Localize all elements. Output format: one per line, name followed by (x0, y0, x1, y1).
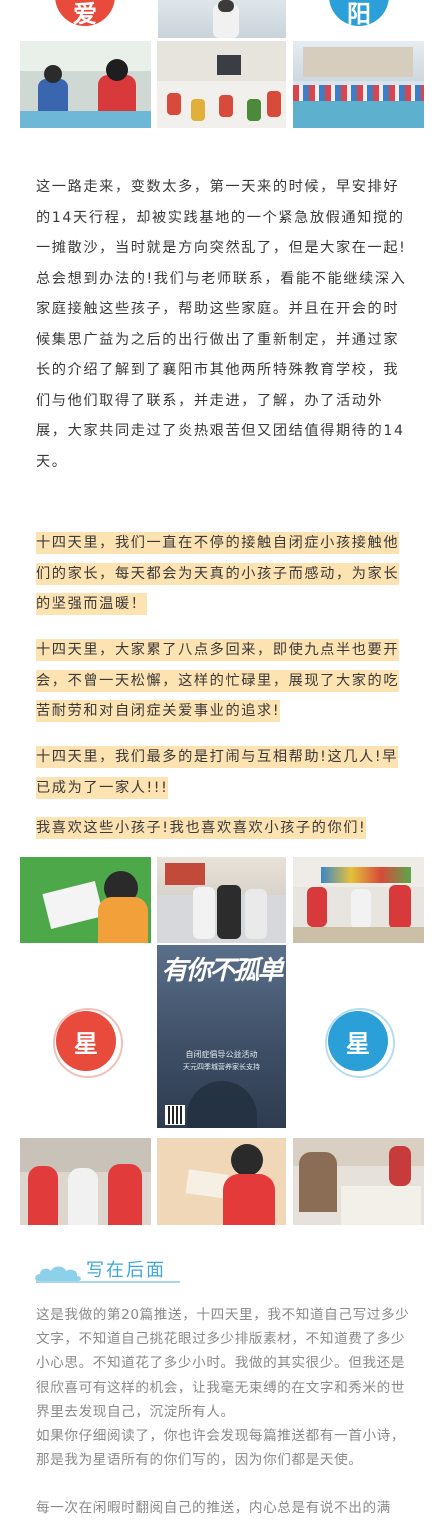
photo-volunteer-crafts (157, 1138, 286, 1225)
badge-char: 爱 (73, 0, 97, 28)
badge-char: 星 (74, 1029, 98, 1058)
badge-mid-left: 星 (56, 1011, 116, 1071)
after-paragraph-2: 如果你仔细阅读了，你也许会发现每篇推送都有一首小诗，那是我为星语所有的你们写的，… (36, 1428, 406, 1469)
photo-outdoor-group (293, 41, 424, 128)
cloud-icon (34, 1263, 84, 1283)
poster-silhouette (187, 1081, 257, 1128)
photo-kids-lined-up (157, 41, 286, 128)
photo-parents-children (20, 1138, 151, 1225)
badge-top-right: 阳 (329, 0, 389, 28)
event-poster: 有你不孤单 自闭症倡导公益活动 天元四季城营养家长支持 (157, 945, 286, 1128)
badge-top-left: 爱 (55, 0, 115, 28)
highlight-paragraph-1: 十四天里，我们一直在不停的接触自闭症小孩接触他们的家长，每天都会为天真的小孩子而… (36, 528, 408, 620)
highlight-text: 十四天里，我们最多的是打闹与互相帮助!这几人!早已成为了一家人!!! (36, 746, 398, 799)
section-title: 写在后面 (86, 1260, 166, 1281)
section-title-underline (36, 1281, 180, 1283)
highlight-paragraph-2: 十四天里，大家累了八点多回来，即使九点半也要开会，不曾一天松懈，这样的忙碌里，展… (36, 635, 408, 727)
highlight-text: 十四天里，大家累了八点多回来，即使九点半也要开会，不曾一天松懈，这样的忙碌里，展… (36, 639, 400, 722)
after-paragraph-3: 每一次在闲暇时翻阅自己的推送，内心总是有说不出的满 (36, 1500, 391, 1516)
after-paragraph-1: 这是我做的第20篇推送，十四天里，我不知道自己写过多少文字，不知道自己挑花眼过多… (36, 1307, 410, 1420)
photo-children-classroom (20, 41, 151, 128)
story-paragraph: 这一路走来，变数太多，第一天来的时候，早安排好的14天行程，却被实践基地的一个紧… (36, 179, 407, 470)
badge-char: 阳 (347, 0, 371, 28)
highlight-text: 我喜欢这些小孩子!我也喜欢喜欢小孩子的你们! (36, 817, 367, 839)
badge-mid-right: 星 (328, 1011, 388, 1071)
poster-subtitle-2: 天元四季城营养家长支持 (183, 1063, 260, 1071)
highlight-text: 十四天里，我们一直在不停的接触自闭症小孩接触他们的家长，每天都会为天真的小孩子而… (36, 532, 400, 615)
poster-subtitle-1: 自闭症倡导公益活动 (185, 1050, 258, 1059)
photo-street-volunteers (157, 857, 286, 943)
photo-painting-table (293, 1138, 424, 1225)
qr-code-icon (165, 1105, 185, 1125)
highlight-paragraph-4: 我喜欢这些小孩子!我也喜欢喜欢小孩子的你们! (36, 813, 408, 844)
photo-top-center (158, 0, 286, 38)
badge-char: 星 (346, 1029, 370, 1058)
photo-child-drawing (20, 857, 151, 943)
poster-headline: 有你不孤单 (161, 956, 283, 986)
highlight-paragraph-3: 十四天里，我们最多的是打闹与互相帮助!这几人!早已成为了一家人!!! (36, 742, 408, 803)
photo-indoor-activity (293, 857, 424, 943)
